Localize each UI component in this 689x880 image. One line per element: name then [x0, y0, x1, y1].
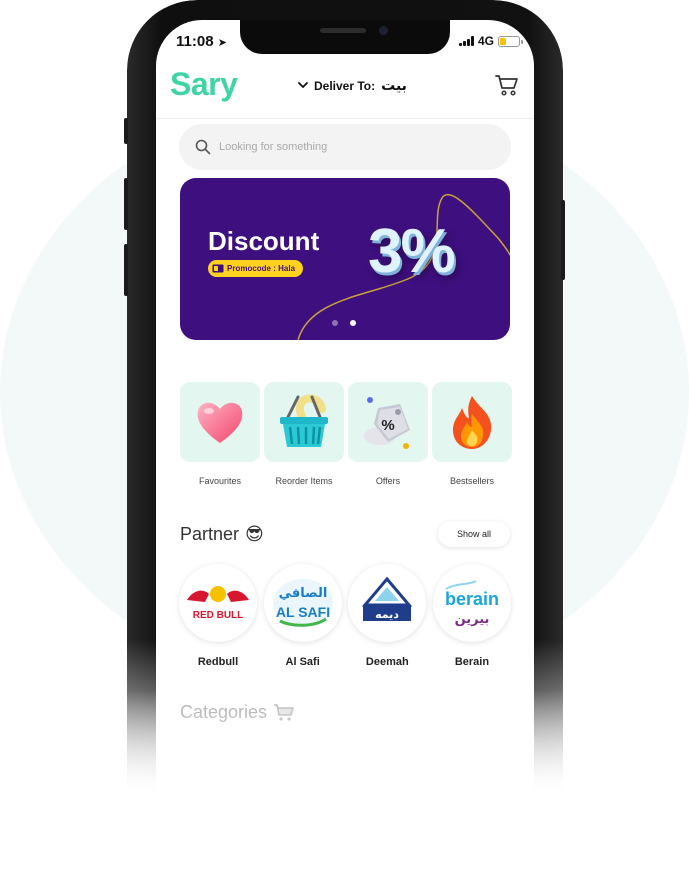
carousel-dot-2[interactable] — [350, 320, 356, 326]
deliver-location: بيت — [381, 77, 407, 93]
deliver-to-selector[interactable]: Deliver To: بيت — [298, 77, 407, 94]
quick-tile: % — [348, 382, 428, 462]
quick-link-label: Reorder Items — [275, 476, 333, 486]
battery-icon — [498, 35, 523, 47]
heart-icon — [197, 402, 243, 443]
partner-redbull[interactable]: RED BULL Redbull — [178, 564, 258, 668]
header-divider — [156, 118, 534, 119]
categories-title-text: Categories — [180, 702, 268, 722]
partner-name: Deemah — [365, 656, 409, 668]
partner-section-title: Partner 😎 — [180, 524, 264, 545]
sunglasses-emoji-icon: 😎 — [245, 524, 264, 544]
quick-link-label: Offers — [375, 476, 401, 486]
speaker — [320, 28, 366, 33]
signal-icon — [458, 36, 474, 46]
deemah-logo-text-ar: ديمه — [375, 608, 399, 621]
app-screen: 11:08 ➤ 4G Sary Deliver To: بيت Looking … — [156, 20, 534, 880]
cart-icon[interactable] — [494, 72, 520, 98]
percent-tag-icon: % — [364, 397, 410, 449]
berain-logo-mark: berain بيرين — [445, 580, 499, 627]
status-time-text: 11:08 — [176, 33, 214, 50]
partner-name: Berain — [454, 656, 490, 668]
partner-name: Redbull — [197, 656, 239, 668]
banner-title: Discount — [208, 226, 320, 256]
partner-deemah[interactable]: ديمه Deemah — [347, 564, 427, 668]
redbull-logo-mark: RED BULL — [187, 586, 249, 621]
deemah-logo-mark: ديمه — [362, 576, 413, 621]
quick-link-offers[interactable]: % Offers — [348, 382, 428, 486]
promo-banner[interactable]: Discount Promocode : Hala 3% — [180, 178, 510, 340]
cart-icon — [274, 703, 294, 721]
deemah-logo: ديمه — [348, 564, 427, 642]
phone-silent-switch — [124, 118, 128, 144]
front-camera — [379, 26, 388, 35]
redbull-logo-text: RED BULL — [193, 610, 244, 621]
partner-title-text: Partner — [180, 524, 240, 544]
show-all-button[interactable]: Show all — [438, 521, 510, 547]
fire-icon — [453, 396, 492, 449]
quick-tile — [432, 382, 512, 462]
partner-berain[interactable]: berain بيرين Berain — [432, 564, 512, 668]
redbull-logo: RED BULL — [179, 564, 257, 642]
alsafi-logo-text: AL SAFI — [276, 604, 330, 620]
status-time: 11:08 ➤ — [176, 33, 227, 50]
partner-alsafi[interactable]: الصافي AL SAFI Al Safi — [263, 564, 343, 668]
network-type: 4G — [477, 34, 494, 48]
alsafi-logo-text-ar: الصافي — [278, 586, 327, 601]
notch — [240, 20, 450, 54]
search-input[interactable] — [219, 141, 469, 153]
carousel-dot-1[interactable] — [332, 320, 338, 326]
alsafi-logo: الصافي AL SAFI — [263, 564, 342, 642]
berain-logo: berain بيرين — [432, 564, 511, 642]
quick-link-favourites[interactable]: Favourites — [180, 382, 260, 486]
phone-volume-up — [124, 178, 128, 230]
sary-logo: Sary — [170, 66, 238, 102]
chevron-down-icon — [298, 82, 308, 89]
deliver-to-label: Deliver To: — [314, 78, 376, 93]
phone-power-button — [561, 200, 565, 280]
status-indicators: 4G — [458, 34, 523, 48]
partner-name: Al Safi — [285, 656, 320, 668]
berain-logo-text: berain — [445, 589, 499, 609]
quick-link-label: Bestsellers — [449, 476, 494, 486]
quick-tile — [180, 382, 260, 462]
discount-percent: 3% — [368, 217, 456, 286]
search-icon — [195, 139, 211, 155]
partner-list: RED BULL Redbull الصافي AL SAFI Al Safi — [178, 564, 512, 668]
carousel-dots — [332, 320, 356, 326]
banner-decor-line — [297, 193, 510, 340]
promocode-badge: Promocode : Hala — [208, 260, 304, 277]
promocode-text: Promocode : Hala — [227, 264, 296, 273]
quick-links: Favourites Reorder Items % Offers Bestse… — [180, 382, 512, 486]
categories-section-title: Categories — [180, 702, 295, 723]
svg-text:%: % — [381, 417, 394, 434]
phone-volume-down — [124, 244, 128, 296]
quick-link-bestsellers[interactable]: Bestsellers — [432, 382, 512, 486]
app-header: Sary Deliver To: بيت — [156, 62, 534, 114]
basket-icon — [280, 394, 328, 447]
quick-tile — [264, 382, 344, 462]
alsafi-logo-mark: الصافي AL SAFI — [272, 579, 333, 627]
quick-link-label: Favourites — [198, 476, 242, 486]
quick-link-reorder[interactable]: Reorder Items — [264, 382, 344, 486]
location-arrow-icon: ➤ — [217, 37, 227, 49]
search-bar[interactable] — [179, 124, 511, 170]
berain-logo-text-ar: بيرين — [455, 612, 490, 627]
coupon-icon — [212, 264, 224, 273]
